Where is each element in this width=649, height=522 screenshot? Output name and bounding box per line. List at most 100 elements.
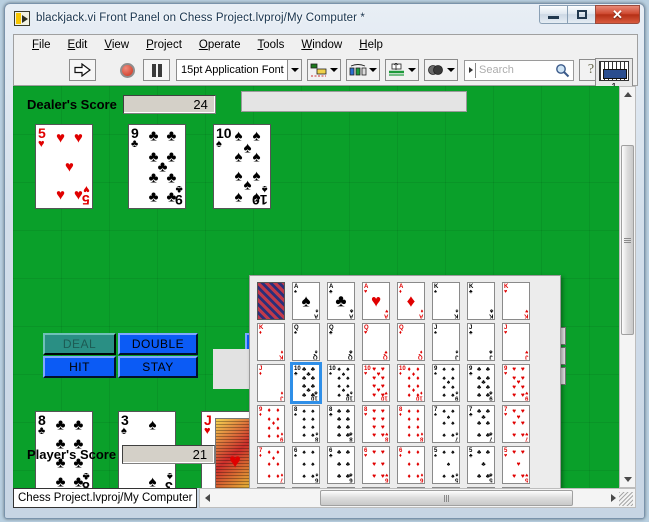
card-option-10-black[interactable]: 10 ♠ 10 ♠ ♠ ♠ ♠ ♠ ♠ ♠ ♠ ♠ ♠ ♠: [327, 364, 355, 402]
dealer-card-3[interactable]: 10 ♠ 10 ♠ ♠ ♠ ♠ ♠ ♠ ♠ ♠ ♠ ♠ ♠: [213, 124, 271, 209]
card-option-9-red[interactable]: 9 ♦ 9 ♦ ♦ ♦ ♦ ♦ ♦ ♦ ♦ ♦ ♦: [257, 405, 285, 443]
card-option-10-red[interactable]: 10 ♦ 10 ♦ ♦ ♦ ♦ ♦ ♦ ♦ ♦ ♦ ♦ ♦: [397, 364, 425, 402]
panel-horizontal-scrollbar[interactable]: [199, 488, 636, 508]
card-option-A-red[interactable]: A ♥ A ♥ ♥: [362, 282, 390, 320]
vertical-scroll-thumb[interactable]: [621, 145, 634, 335]
card-pips: ♠ ♠ ♠ ♠ ♠ ♠ ♠ ♠ ♠ ♠: [234, 127, 261, 206]
run-button[interactable]: [69, 59, 96, 81]
resize-objects-button[interactable]: [385, 59, 419, 81]
scroll-left-button[interactable]: [200, 489, 215, 507]
chevron-down-icon[interactable]: [330, 68, 338, 72]
window-controls: ✕: [539, 5, 640, 24]
card-option-J-red[interactable]: J ♥ J ♥: [502, 323, 530, 361]
card-option-K-black[interactable]: K ♠ K ♠: [432, 282, 460, 320]
card-option-Q-black[interactable]: Q ♣ Q ♣: [327, 323, 355, 361]
card-option-Q-black[interactable]: Q ♠ Q ♠: [292, 323, 320, 361]
card-option-9-black[interactable]: 9 ♠ 9 ♠ ♠ ♠ ♠ ♠ ♠ ♠ ♠ ♠ ♠: [432, 364, 460, 402]
card-option-6-red[interactable]: 6 ♦ 6 ♦ ♦ ♦ ♦ ♦ ♦ ♦: [397, 446, 425, 484]
card-option-5-black[interactable]: 5 ♠ 5 ♠ ♠ ♠ ♠ ♠ ♠: [432, 446, 460, 484]
double-button[interactable]: DOUBLE: [118, 333, 198, 355]
menu-item-view[interactable]: View: [96, 37, 138, 53]
align-objects-icon: [310, 63, 327, 76]
front-panel-canvas[interactable]: Dealer's Score 24 5 ♥ 5 ♥ ♥ ♥ ♥ ♥ ♥ 9 ♣ 9 ♣ ♣ ♣ ♣ ♣ ♣ ♣ ♣ ♣…: [13, 86, 621, 488]
font-selector-label: 15pt Application Font: [181, 64, 284, 76]
card-rank-corner: J♥: [204, 412, 212, 437]
card-option-A-black[interactable]: A ♠ A ♠ ♠: [292, 282, 320, 320]
abort-button[interactable]: [114, 59, 141, 81]
maximize-button[interactable]: [567, 5, 595, 24]
vi-icon: [599, 61, 629, 81]
card-option-5-black[interactable]: 5 ♣ 5 ♣ ♣ ♣ ♣ ♣ ♣: [467, 446, 495, 484]
dealer-card-2[interactable]: 9 ♣ 9 ♣ ♣ ♣ ♣ ♣ ♣ ♣ ♣ ♣ ♣: [128, 124, 186, 209]
window-title: blackjack.vi Front Panel on Chess Projec…: [36, 12, 365, 24]
menu-item-edit[interactable]: Edit: [60, 37, 97, 53]
close-button[interactable]: ✕: [595, 5, 640, 24]
card-option-8-red[interactable]: 8 ♦ 8 ♦ ♦ ♦ ♦ ♦ ♦ ♦ ♦ ♦: [397, 405, 425, 443]
card-option-A-black[interactable]: A ♣ A ♣ ♣: [327, 282, 355, 320]
menu-item-operate[interactable]: Operate: [191, 37, 250, 53]
card-picker-grid[interactable]: A ♠ A ♠ ♠ A ♣ A ♣ ♣ A ♥ A ♥ ♥ A ♦ A ♦ ♦ K ♠ K ♠ K ♣ K ♣ K ♥ K ♥ K ♦ K ♦ Q ♠ Q ♠…: [257, 282, 560, 488]
card-option-10-red[interactable]: 10 ♥ 10 ♥ ♥ ♥ ♥ ♥ ♥ ♥ ♥ ♥ ♥ ♥: [362, 364, 390, 402]
card-option-6-red[interactable]: 6 ♥ 6 ♥ ♥ ♥ ♥ ♥ ♥ ♥: [362, 446, 390, 484]
hit-button[interactable]: HIT: [43, 356, 116, 378]
menu-item-project[interactable]: Project: [138, 37, 191, 53]
card-option-7-red[interactable]: 7 ♥ 7 ♥ ♥ ♥ ♥ ♥ ♥ ♥ ♥: [502, 405, 530, 443]
search-placeholder: Search: [479, 64, 514, 76]
card-option-Q-red[interactable]: Q ♦ Q ♦: [397, 323, 425, 361]
card-option-7-black[interactable]: 7 ♣ 7 ♣ ♣ ♣ ♣ ♣ ♣ ♣ ♣: [467, 405, 495, 443]
align-objects-button[interactable]: [307, 59, 341, 81]
card-option-J-red[interactable]: J ♦ J ♦: [257, 364, 285, 402]
window-resize-grip[interactable]: [619, 492, 633, 506]
abort-execution-icon: [120, 62, 135, 78]
panel-vertical-scrollbar[interactable]: [619, 86, 636, 488]
card-option-7-red[interactable]: 7 ♦ 7 ♦ ♦ ♦ ♦ ♦ ♦ ♦ ♦: [257, 446, 285, 484]
menu-item-help[interactable]: Help: [351, 37, 392, 53]
chevron-down-icon[interactable]: [369, 68, 377, 72]
dealer-card-1[interactable]: 5 ♥ 5 ♥ ♥ ♥ ♥ ♥ ♥: [35, 124, 93, 209]
deal-button[interactable]: DEAL: [43, 333, 116, 355]
reorder-objects-button[interactable]: [424, 59, 458, 81]
card-rank-corner: 5 ♥: [38, 125, 46, 150]
card-option-7-black[interactable]: 7 ♠ 7 ♠ ♠ ♠ ♠ ♠ ♠ ♠ ♠: [432, 405, 460, 443]
scroll-up-button[interactable]: [620, 87, 635, 102]
scroll-down-button[interactable]: [620, 472, 635, 487]
card-rank-corner: 9 ♣: [131, 125, 139, 150]
card-picker-popup[interactable]: A ♠ A ♠ ♠ A ♣ A ♣ ♣ A ♥ A ♥ ♥ A ♦ A ♦ ♦ K ♠ K ♠ K ♣ K ♣ K ♥ K ♥ K ♦ K ♦ Q ♠ Q ♠…: [249, 275, 561, 488]
stay-button[interactable]: STAY: [118, 356, 198, 378]
card-option-9-black[interactable]: 9 ♣ 9 ♣ ♣ ♣ ♣ ♣ ♣ ♣ ♣ ♣ ♣: [467, 364, 495, 402]
minimize-button[interactable]: [539, 5, 567, 24]
search-input[interactable]: Search: [464, 59, 574, 81]
font-selector[interactable]: 15pt Application Font: [176, 59, 302, 81]
card-option-Q-red[interactable]: Q ♥ Q ♥: [362, 323, 390, 361]
card-option-K-red[interactable]: K ♦ K ♦: [257, 323, 285, 361]
card-option-back[interactable]: [257, 282, 285, 320]
card-option-8-black[interactable]: 8 ♠ 8 ♠ ♠ ♠ ♠ ♠ ♠ ♠ ♠ ♠: [292, 405, 320, 443]
card-option-10-black[interactable]: 10 ♣ 10 ♣ ♣ ♣ ♣ ♣ ♣ ♣ ♣ ♣ ♣ ♣: [290, 362, 322, 404]
card-option-9-red[interactable]: 9 ♥ 9 ♥ ♥ ♥ ♥ ♥ ♥ ♥ ♥ ♥ ♥: [502, 364, 530, 402]
search-scope-icon: [467, 62, 476, 78]
distribute-objects-icon: [349, 63, 367, 75]
card-option-6-black[interactable]: 6 ♠ 6 ♠ ♠ ♠ ♠ ♠ ♠ ♠: [292, 446, 320, 484]
run-arrow-icon: [74, 63, 91, 77]
card-option-8-red[interactable]: 8 ♥ 8 ♥ ♥ ♥ ♥ ♥ ♥ ♥ ♥ ♥: [362, 405, 390, 443]
message-display: [241, 91, 467, 112]
menu-item-file[interactable]: File: [24, 37, 60, 53]
card-option-A-red[interactable]: A ♦ A ♦ ♦: [397, 282, 425, 320]
card-option-J-black[interactable]: J ♠ J ♠: [432, 323, 460, 361]
menu-item-window[interactable]: Window: [293, 37, 351, 53]
card-option-K-red[interactable]: K ♥ K ♥: [502, 282, 530, 320]
chevron-down-icon[interactable]: [287, 60, 301, 80]
card-option-8-black[interactable]: 8 ♣ 8 ♣ ♣ ♣ ♣ ♣ ♣ ♣ ♣ ♣: [327, 405, 355, 443]
pause-button[interactable]: [143, 59, 170, 81]
distribute-objects-button[interactable]: [346, 59, 380, 81]
card-option-J-black[interactable]: J ♣ J ♣: [467, 323, 495, 361]
menu-item-tools[interactable]: Tools: [249, 37, 293, 53]
card-option-6-black[interactable]: 6 ♣ 6 ♣ ♣ ♣ ♣ ♣ ♣ ♣: [327, 446, 355, 484]
chevron-down-icon[interactable]: [447, 68, 455, 72]
chevron-down-icon[interactable]: [408, 68, 416, 72]
magnifier-icon: [556, 63, 570, 77]
status-bar-text: Chess Project.lvproj/My Computer: [13, 488, 198, 508]
card-option-5-red[interactable]: 5 ♥ 5 ♥ ♥ ♥ ♥ ♥ ♥: [502, 446, 530, 484]
horizontal-scroll-thumb[interactable]: [320, 490, 574, 506]
card-option-K-black[interactable]: K ♣ K ♣: [467, 282, 495, 320]
